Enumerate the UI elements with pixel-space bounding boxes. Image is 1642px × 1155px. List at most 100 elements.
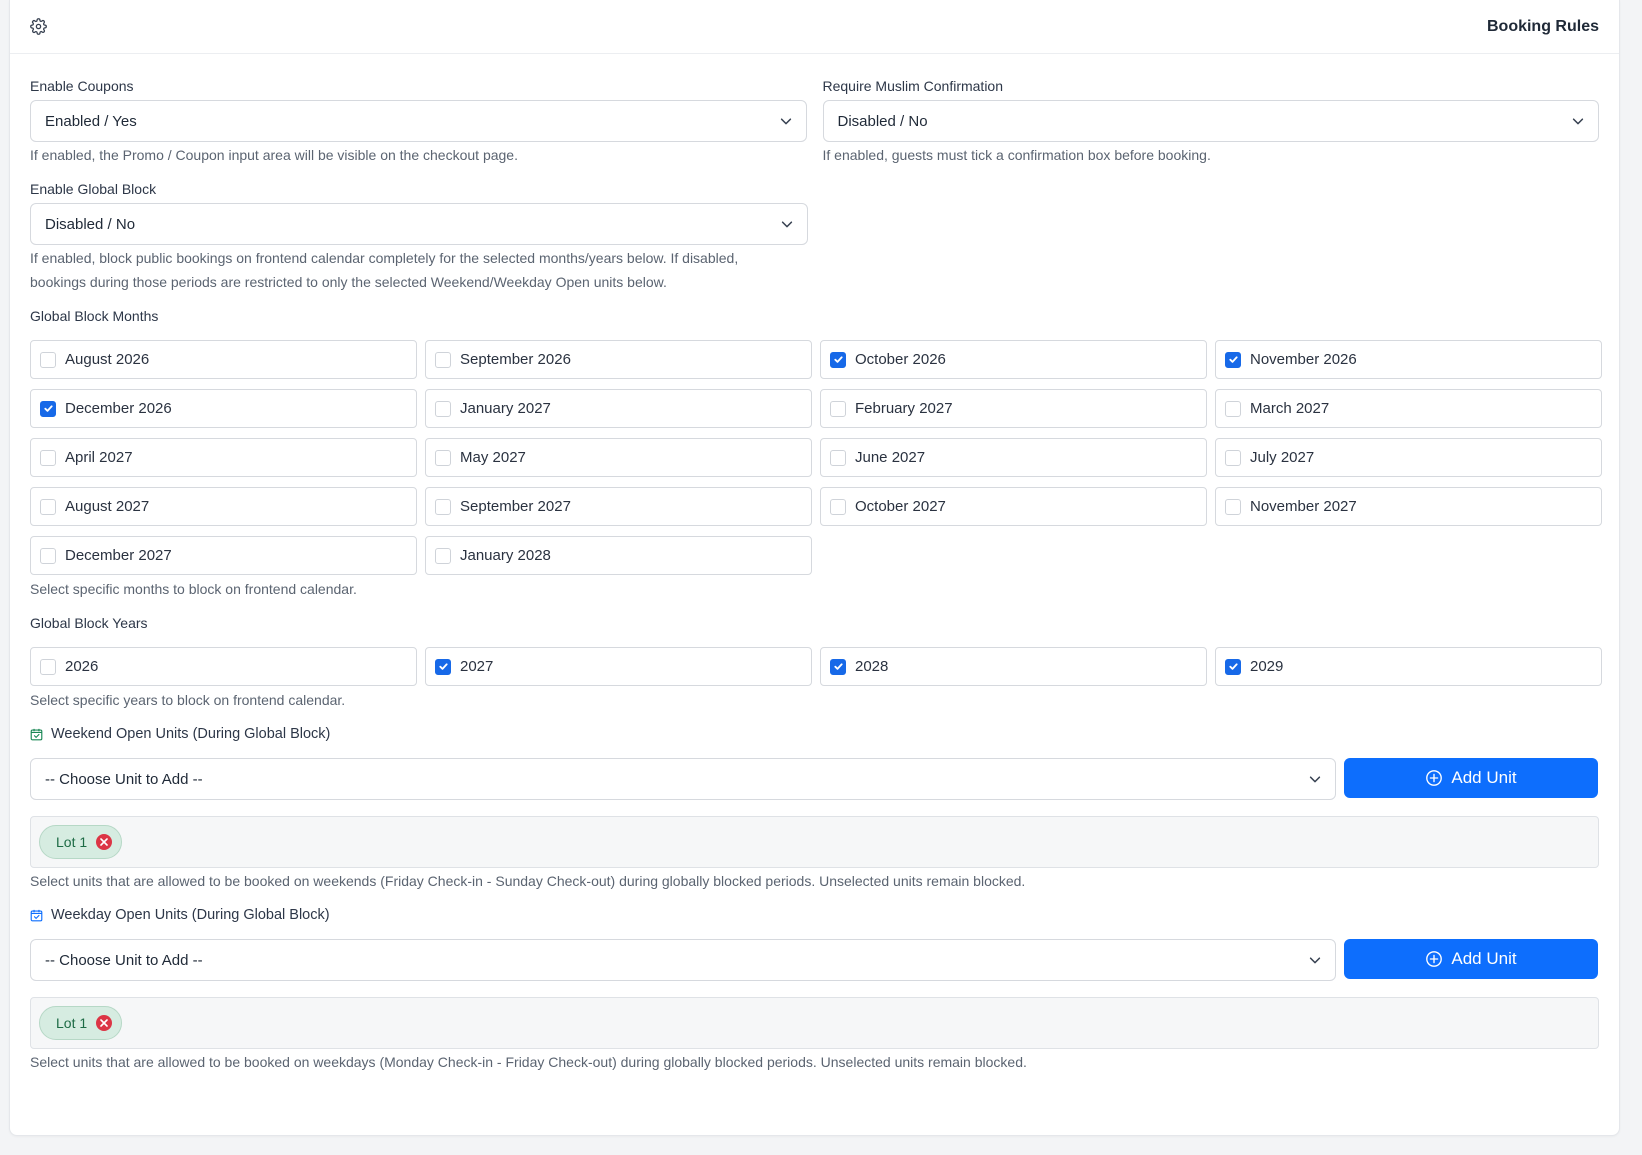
checkbox-label: November 2027 [1250, 498, 1357, 515]
checkbox-item[interactable]: December 2026 [30, 389, 417, 428]
muslim-select-value: Disabled / No [837, 112, 928, 130]
checkbox-unchecked[interactable] [830, 400, 846, 417]
checkbox-item[interactable]: November 2027 [1215, 487, 1602, 526]
checkbox-label: 2029 [1250, 658, 1284, 675]
checkbox-item[interactable]: August 2026 [30, 340, 417, 379]
unit-tag: Lot 1 [39, 825, 123, 859]
checkbox-label: February 2027 [855, 400, 953, 417]
checkbox-unchecked[interactable] [40, 351, 56, 368]
checkbox-checked[interactable] [1225, 351, 1241, 368]
months-help: Select specific months to block on front… [30, 581, 357, 597]
checkbox-label: May 2027 [460, 449, 526, 466]
checkbox-label: 2027 [460, 658, 494, 675]
weekend-unit-row: -- Choose Unit to Add -- Add Unit [30, 758, 1599, 800]
coupons-group: Enable Coupons Enabled / Yes If enabled,… [30, 78, 807, 167]
remove-icon[interactable] [96, 1015, 113, 1031]
check-icon [1228, 356, 1238, 363]
checkbox-item[interactable]: December 2027 [30, 536, 417, 575]
months-grid: August 2026 September 2026 October 2026 Nov… [30, 340, 1602, 575]
chevron-down-icon [1309, 776, 1321, 783]
checkbox-item[interactable]: October 2026 [820, 340, 1207, 379]
coupons-select[interactable]: Enabled / Yes [30, 100, 807, 142]
checkbox-item[interactable]: January 2027 [425, 389, 812, 428]
checkbox-unchecked[interactable] [1225, 498, 1241, 515]
checkbox-checked[interactable] [40, 400, 56, 417]
unit-tag-label: Lot 1 [56, 834, 88, 850]
checkbox-label: June 2027 [855, 449, 926, 466]
checkbox-label: November 2026 [1250, 351, 1357, 368]
years-help: Select specific years to block on fronte… [30, 692, 346, 708]
weekend-add-unit-label: Add Unit [1451, 768, 1517, 787]
checkbox-item[interactable]: May 2027 [425, 438, 812, 477]
checkbox-unchecked[interactable] [40, 449, 56, 466]
weekend-title: Weekend Open Units (During Global Block) [51, 726, 331, 742]
weekend-help: Select units that are allowed to be book… [30, 873, 1026, 889]
weekend-add-unit-button[interactable]: Add Unit [1344, 758, 1598, 798]
checkbox-item[interactable]: March 2027 [1215, 389, 1602, 428]
weekday-select-value: -- Choose Unit to Add -- [45, 951, 203, 969]
checkbox-label: 2028 [855, 658, 889, 675]
checkbox-checked[interactable] [435, 658, 451, 675]
checkbox-item[interactable]: 2029 [1215, 647, 1602, 686]
plus-circle-icon [1426, 770, 1443, 786]
chevron-down-icon [781, 221, 793, 228]
checkbox-unchecked[interactable] [1225, 449, 1241, 466]
checkbox-item[interactable]: January 2028 [425, 536, 812, 575]
checkbox-checked[interactable] [830, 351, 846, 368]
weekend-section-title: Weekend Open Units (During Global Block) [30, 726, 1599, 742]
checkbox-label: March 2027 [1250, 400, 1330, 417]
weekday-help: Select units that are allowed to be book… [30, 1054, 1027, 1070]
global-block-help-line1: If enabled, block public bookings on fro… [30, 250, 739, 266]
checkbox-unchecked[interactable] [435, 498, 451, 515]
weekend-select-value: -- Choose Unit to Add -- [45, 770, 203, 788]
checkbox-unchecked[interactable] [435, 449, 451, 466]
weekday-unit-select[interactable]: -- Choose Unit to Add -- [30, 939, 1336, 981]
global-block-help: If enabled, block public bookings on fro… [30, 246, 830, 294]
checkbox-unchecked[interactable] [40, 658, 56, 675]
checkbox-item[interactable]: April 2027 [30, 438, 417, 477]
months-label: Global Block Months [30, 308, 159, 324]
checkbox-unchecked[interactable] [435, 547, 451, 564]
checkbox-unchecked[interactable] [435, 351, 451, 368]
remove-icon[interactable] [96, 834, 113, 850]
checkbox-item[interactable]: June 2027 [820, 438, 1207, 477]
checkbox-item[interactable]: September 2026 [425, 340, 812, 379]
weekend-tag-area: Lot 1 [30, 816, 1599, 868]
checkbox-unchecked[interactable] [1225, 400, 1241, 417]
weekday-tag-area: Lot 1 [30, 997, 1599, 1049]
checkbox-item[interactable]: September 2027 [425, 487, 812, 526]
checkbox-item[interactable]: July 2027 [1215, 438, 1602, 477]
check-icon [438, 663, 448, 670]
muslim-label: Require Muslim Confirmation [822, 78, 1004, 94]
checkbox-unchecked[interactable] [830, 498, 846, 515]
checkbox-item[interactable]: October 2027 [820, 487, 1207, 526]
checkbox-item[interactable]: 2026 [30, 647, 417, 686]
weekend-unit-select[interactable]: -- Choose Unit to Add -- [30, 758, 1336, 800]
checkbox-label: December 2026 [65, 400, 172, 417]
weekday-add-unit-button[interactable]: Add Unit [1344, 939, 1598, 979]
checkbox-item[interactable]: November 2026 [1215, 340, 1602, 379]
check-icon [1228, 663, 1238, 670]
checkbox-unchecked[interactable] [435, 400, 451, 417]
checkbox-label: October 2026 [855, 351, 946, 368]
checkbox-unchecked[interactable] [40, 498, 56, 515]
checkbox-unchecked[interactable] [40, 547, 56, 564]
card-header: Booking Rules [10, 0, 1619, 54]
checkbox-item[interactable]: August 2027 [30, 487, 417, 526]
checkbox-item[interactable]: 2027 [425, 647, 812, 686]
checkbox-unchecked[interactable] [830, 449, 846, 466]
muslim-select[interactable]: Disabled / No [822, 100, 1599, 142]
checkbox-checked[interactable] [830, 658, 846, 675]
gear-icon[interactable] [28, 17, 48, 37]
checkbox-label: August 2026 [65, 351, 150, 368]
checkbox-checked[interactable] [1225, 658, 1241, 675]
checkbox-label: August 2027 [65, 498, 150, 515]
checkbox-item[interactable]: February 2027 [820, 389, 1207, 428]
top-selects-row: Enable Coupons Enabled / Yes If enabled,… [30, 78, 1599, 167]
global-block-label: Enable Global Block [30, 181, 157, 197]
checkbox-label: September 2026 [460, 351, 571, 368]
global-block-select[interactable]: Disabled / No [30, 203, 808, 245]
checkbox-item[interactable]: 2028 [820, 647, 1207, 686]
weekday-section-title: Weekday Open Units (During Global Block) [30, 907, 1599, 923]
muslim-group: Require Muslim Confirmation Disabled / N… [822, 78, 1599, 167]
